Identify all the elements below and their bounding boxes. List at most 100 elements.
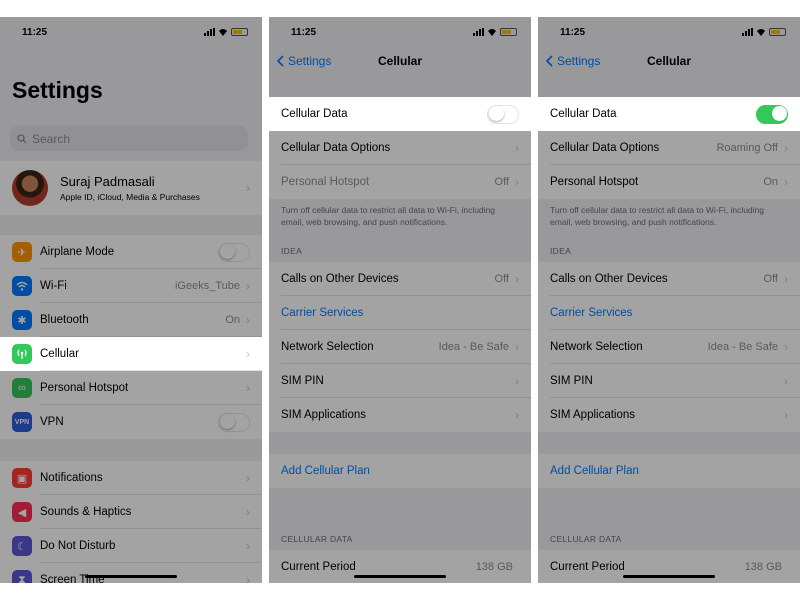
signal-icon bbox=[204, 28, 215, 36]
vpn-toggle[interactable] bbox=[218, 412, 250, 432]
sim-pin-row[interactable]: SIM PIN › bbox=[538, 364, 800, 398]
calls-other-devices-value: Off bbox=[494, 273, 509, 285]
settings-item-label: Sounds & Haptics bbox=[40, 506, 132, 518]
chevron-right-icon: › bbox=[784, 272, 788, 286]
signal-icon bbox=[473, 28, 484, 36]
battery-icon bbox=[231, 28, 248, 36]
notifications-icon: ▣ bbox=[12, 468, 32, 488]
cellular-data-row[interactable]: Cellular Data bbox=[269, 97, 531, 131]
settings-item-personal-hotspot[interactable]: ∞ Personal Hotspot › bbox=[0, 371, 262, 405]
nav-title: Cellular bbox=[377, 54, 422, 68]
personal-hotspot-row[interactable]: Personal Hotspot Off › bbox=[269, 165, 531, 199]
chevron-right-icon: › bbox=[515, 340, 519, 354]
cellular-data-toggle[interactable] bbox=[756, 104, 788, 124]
add-cellular-plan-row[interactable]: Add Cellular Plan bbox=[538, 454, 800, 488]
battery-icon bbox=[500, 28, 517, 36]
home-indicator bbox=[354, 575, 446, 578]
carrier-services-row[interactable]: Carrier Services bbox=[538, 296, 800, 330]
personal-hotspot-row[interactable]: Personal Hotspot On › bbox=[538, 165, 800, 199]
carrier-services-link[interactable]: Carrier Services bbox=[281, 307, 519, 319]
personal-hotspot-value: On bbox=[763, 176, 778, 188]
settings-item-vpn[interactable]: VPN VPN bbox=[0, 405, 262, 439]
moon-icon: ☾ bbox=[12, 536, 32, 556]
current-period-label: Current Period bbox=[281, 561, 356, 573]
status-bar: 11:25 bbox=[269, 17, 531, 47]
network-selection-row[interactable]: Network Selection Idea - Be Safe › bbox=[269, 330, 531, 364]
chevron-right-icon: › bbox=[246, 573, 250, 583]
chevron-right-icon: › bbox=[246, 381, 250, 395]
cellular-data-toggle[interactable] bbox=[487, 104, 519, 124]
wifi-status-icon bbox=[488, 29, 496, 36]
cellular-data-row[interactable]: Cellular Data bbox=[538, 97, 800, 131]
settings-item-bluetooth[interactable]: ✱ Bluetooth On › bbox=[0, 303, 262, 337]
add-cellular-plan-row[interactable]: Add Cellular Plan bbox=[269, 454, 531, 488]
home-indicator bbox=[85, 575, 177, 578]
calls-other-devices-row[interactable]: Calls on Other Devices Off › bbox=[269, 262, 531, 296]
cellular-data-header: CELLULAR DATA bbox=[550, 534, 622, 544]
chevron-right-icon: › bbox=[515, 272, 519, 286]
status-time: 11:25 bbox=[291, 27, 317, 38]
cellular-data-note: Turn off cellular data to restrict all d… bbox=[281, 205, 496, 227]
cellular-data-options-row[interactable]: Cellular Data Options › bbox=[269, 131, 531, 165]
chevron-right-icon: › bbox=[515, 141, 519, 155]
settings-item-sounds-haptics[interactable]: ◀ Sounds & Haptics › bbox=[0, 495, 262, 529]
sim-pin-row[interactable]: SIM PIN › bbox=[269, 364, 531, 398]
chevron-right-icon: › bbox=[784, 374, 788, 388]
carrier-services-link[interactable]: Carrier Services bbox=[550, 307, 788, 319]
carrier-services-row[interactable]: Carrier Services bbox=[269, 296, 531, 330]
sim-applications-label: SIM Applications bbox=[281, 409, 367, 421]
search-placeholder: Search bbox=[32, 131, 71, 146]
settings-item-notifications[interactable]: ▣ Notifications › bbox=[0, 461, 262, 495]
profile-row[interactable]: Suraj Padmasali Apple ID, iCloud, Media … bbox=[0, 161, 262, 215]
cellular-data-header: CELLULAR DATA bbox=[281, 534, 353, 544]
settings-item-do-not-disturb[interactable]: ☾ Do Not Disturb › bbox=[0, 529, 262, 563]
settings-item-wifi[interactable]: Wi-Fi iGeeks_Tube › bbox=[0, 269, 262, 303]
navigation-bar: Settings Cellular bbox=[538, 47, 800, 77]
network-selection-row[interactable]: Network Selection Idea - Be Safe › bbox=[538, 330, 800, 364]
cellular-data-options-row[interactable]: Cellular Data Options Roaming Off › bbox=[538, 131, 800, 165]
settings-item-airplane-mode[interactable]: ✈ Airplane Mode bbox=[0, 235, 262, 269]
chevron-right-icon: › bbox=[515, 374, 519, 388]
settings-item-cellular[interactable]: Cellular › bbox=[0, 337, 262, 371]
status-bar: 11:25 bbox=[0, 17, 262, 47]
status-time: 11:25 bbox=[560, 27, 586, 38]
settings-item-label: Notifications bbox=[40, 472, 103, 484]
personal-hotspot-label: Personal Hotspot bbox=[281, 176, 370, 188]
chevron-right-icon: › bbox=[784, 175, 788, 189]
calls-other-devices-label: Calls on Other Devices bbox=[281, 273, 399, 285]
network-selection-label: Network Selection bbox=[281, 341, 374, 353]
add-cellular-plan-link[interactable]: Add Cellular Plan bbox=[281, 465, 519, 477]
settings-item-screen-time[interactable]: ⧗ Screen Time › bbox=[0, 563, 262, 583]
calls-other-devices-label: Calls on Other Devices bbox=[550, 273, 668, 285]
network-selection-value: Idea - Be Safe bbox=[707, 341, 778, 353]
network-selection-value: Idea - Be Safe bbox=[438, 341, 509, 353]
network-selection-label: Network Selection bbox=[550, 341, 643, 353]
calls-other-devices-row[interactable]: Calls on Other Devices Off › bbox=[538, 262, 800, 296]
carrier-header: IDEA bbox=[550, 246, 572, 256]
page-title: Settings bbox=[12, 77, 103, 103]
navigation-bar: Settings Cellular bbox=[269, 47, 531, 77]
chevron-right-icon: › bbox=[515, 408, 519, 422]
settings-item-label: Personal Hotspot bbox=[40, 382, 129, 394]
sounds-icon: ◀ bbox=[12, 502, 32, 522]
avatar bbox=[12, 170, 48, 206]
chevron-right-icon: › bbox=[784, 340, 788, 354]
sim-applications-row[interactable]: SIM Applications › bbox=[538, 398, 800, 432]
chevron-right-icon: › bbox=[246, 505, 250, 519]
current-period-row: Current Period 138 GB bbox=[269, 550, 531, 583]
cellular-icon bbox=[12, 344, 32, 364]
wifi-network-value: iGeeks_Tube bbox=[174, 280, 240, 292]
chevron-right-icon: › bbox=[515, 175, 519, 189]
airplane-mode-toggle[interactable] bbox=[218, 242, 250, 262]
sim-applications-label: SIM Applications bbox=[550, 409, 636, 421]
profile-name: Suraj Padmasali bbox=[60, 174, 155, 189]
add-cellular-plan-link[interactable]: Add Cellular Plan bbox=[550, 465, 788, 477]
chevron-right-icon: › bbox=[246, 347, 250, 361]
settings-item-label: Do Not Disturb bbox=[40, 540, 116, 552]
bluetooth-icon: ✱ bbox=[12, 310, 32, 330]
personal-hotspot-value: Off bbox=[494, 176, 509, 188]
chevron-right-icon: › bbox=[784, 141, 788, 155]
current-period-value: 138 GB bbox=[744, 561, 782, 573]
search-field[interactable]: Search bbox=[10, 126, 248, 151]
sim-applications-row[interactable]: SIM Applications › bbox=[269, 398, 531, 432]
